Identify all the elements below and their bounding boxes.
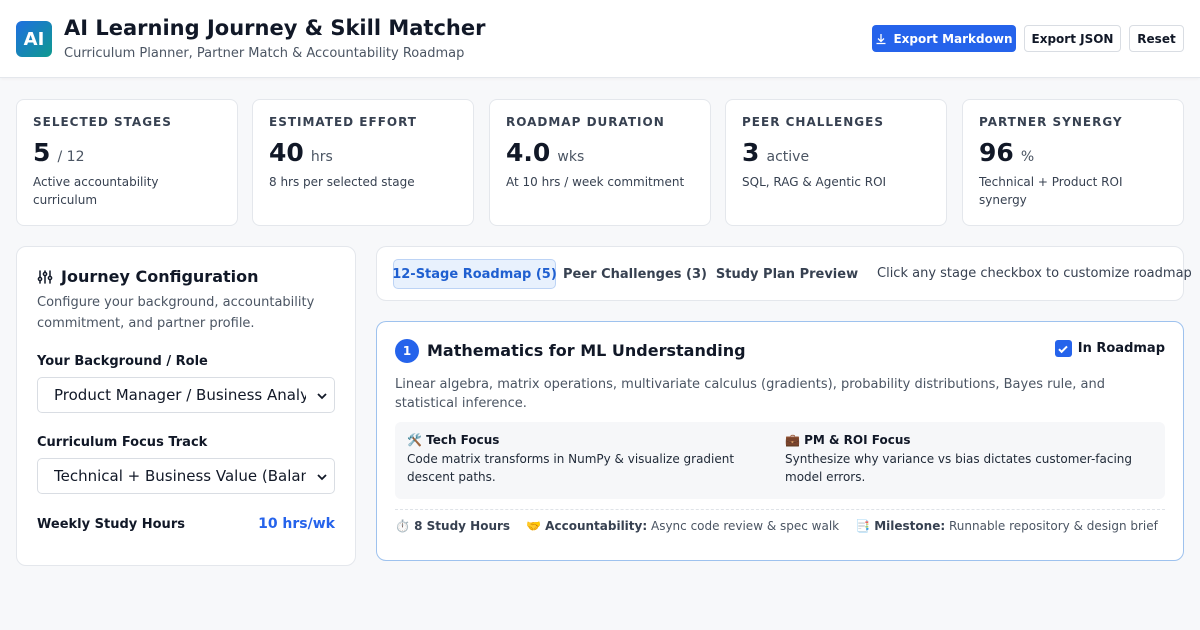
app-header: AI AI Learning Journey & Skill Matcher C… bbox=[0, 0, 1200, 78]
stat-desc: Technical + Product ROI synergy bbox=[979, 175, 1123, 207]
stat-desc: 8 hrs per selected stage bbox=[269, 175, 415, 189]
stage-description: Linear algebra, matrix operations, multi… bbox=[395, 377, 1106, 411]
app-subtitle: Curriculum Planner, Partner Match & Acco… bbox=[64, 46, 465, 61]
stat-value: 40 bbox=[269, 138, 304, 167]
app-title: AI Learning Journey & Skill Matcher bbox=[64, 16, 486, 40]
pm-roi-focus: 💼 PM & ROI Focus Synthesize why variance… bbox=[785, 433, 1155, 486]
track-select-value: Technical + Business Value (Balanced) bbox=[54, 467, 306, 485]
stat-card-estimated-effort: ESTIMATED EFFORT 40 hrs 8 hrs per select… bbox=[252, 99, 474, 226]
accountability-text: Async code review & spec walk bbox=[650, 519, 840, 533]
sliders-icon bbox=[37, 269, 53, 284]
stat-unit: active bbox=[766, 149, 810, 165]
stage-number-badge: 1 bbox=[395, 339, 419, 363]
stat-unit: wks bbox=[557, 149, 585, 165]
stat-label: ESTIMATED EFFORT bbox=[269, 115, 417, 129]
export-markdown-label: Export Markdown bbox=[893, 31, 1013, 46]
journey-config-panel: Journey Configuration Configure your bac… bbox=[16, 246, 356, 566]
chevron-down-icon bbox=[317, 393, 327, 400]
tab-roadmap[interactable]: 12-Stage Roadmap (5) bbox=[392, 259, 557, 289]
reset-button[interactable]: Reset bbox=[1129, 25, 1184, 52]
stage-meta: ⏱️ 8 Study Hours 🤝 Accountability: Async… bbox=[395, 509, 1165, 533]
stat-label: ROADMAP DURATION bbox=[506, 115, 665, 129]
tech-focus: 🛠️ Tech Focus Code matrix transforms in … bbox=[407, 433, 765, 486]
stat-card-roadmap-duration: ROADMAP DURATION 4.0 wks At 10 hrs / wee… bbox=[489, 99, 711, 226]
config-title-text: Journey Configuration bbox=[61, 267, 259, 286]
export-markdown-button[interactable]: Export Markdown bbox=[872, 25, 1016, 52]
milestone-label: 📑 Milestone: bbox=[855, 519, 946, 533]
stat-desc: SQL, RAG & Agentic ROI bbox=[742, 175, 887, 189]
role-label: Your Background / Role bbox=[37, 354, 208, 369]
app-logo: AI bbox=[16, 21, 52, 57]
checkbox-checked-icon bbox=[1054, 340, 1072, 357]
stat-unit: / 12 bbox=[57, 149, 85, 165]
hours-label: Weekly Study Hours bbox=[37, 516, 185, 532]
role-select[interactable]: Product Manager / Business Analyst bbox=[37, 377, 335, 413]
tab-peer-challenges[interactable]: Peer Challenges (3) bbox=[563, 259, 707, 289]
stat-unit: hrs bbox=[310, 149, 333, 165]
in-roadmap-checkbox[interactable]: In Roadmap bbox=[1054, 340, 1165, 357]
tabs-hint: Click any stage checkbox to customize ro… bbox=[877, 266, 1192, 281]
stat-card-partner-synergy: PARTNER SYNERGY 96 % Technical + Product… bbox=[962, 99, 1184, 226]
stage-card: 1 Mathematics for ML Understanding In Ro… bbox=[376, 321, 1184, 561]
stat-value: 96 bbox=[979, 138, 1014, 167]
stat-value: 5 bbox=[33, 138, 51, 167]
tech-focus-title: 🛠️ Tech Focus bbox=[407, 433, 500, 447]
milestone-text: Runnable repository & design brief bbox=[948, 519, 1158, 533]
in-roadmap-label: In Roadmap bbox=[1077, 341, 1165, 356]
stat-label: PEER CHALLENGES bbox=[742, 115, 884, 129]
focus-box: 🛠️ Tech Focus Code matrix transforms in … bbox=[395, 422, 1165, 499]
track-select[interactable]: Technical + Business Value (Balanced) bbox=[37, 458, 335, 494]
hours-value: 10 hrs/wk bbox=[258, 516, 335, 532]
stat-value: 4.0 bbox=[506, 138, 551, 167]
stat-desc: At 10 hrs / week commitment bbox=[506, 175, 685, 189]
tech-focus-text: Code matrix transforms in NumPy & visual… bbox=[407, 452, 735, 484]
chevron-down-icon bbox=[317, 474, 327, 481]
stat-unit: % bbox=[1020, 149, 1035, 165]
role-select-value: Product Manager / Business Analyst bbox=[54, 386, 306, 404]
stat-card-selected-stages: SELECTED STAGES 5 / 12 Active accountabi… bbox=[16, 99, 238, 226]
stat-label: PARTNER SYNERGY bbox=[979, 115, 1123, 129]
study-hours: ⏱️ 8 Study Hours bbox=[395, 519, 511, 533]
stat-desc: Active accountability curriculum bbox=[33, 175, 159, 207]
accountability-label: 🤝 Accountability: bbox=[526, 519, 648, 533]
stat-card-peer-challenges: PEER CHALLENGES 3 active SQL, RAG & Agen… bbox=[725, 99, 947, 226]
track-label: Curriculum Focus Track bbox=[37, 435, 208, 450]
stat-label: SELECTED STAGES bbox=[33, 115, 172, 129]
config-description: Configure your background, accountabilit… bbox=[37, 295, 315, 331]
pm-focus-title: 💼 PM & ROI Focus bbox=[785, 433, 911, 447]
stat-value: 3 bbox=[742, 138, 760, 167]
export-json-button[interactable]: Export JSON bbox=[1024, 25, 1121, 52]
download-icon bbox=[876, 33, 886, 44]
pm-focus-text: Synthesize why variance vs bias dictates… bbox=[785, 452, 1133, 484]
view-tabs: 12-Stage Roadmap (5) Peer Challenges (3)… bbox=[376, 246, 1192, 301]
tab-study-plan-preview[interactable]: Study Plan Preview bbox=[716, 259, 858, 289]
stage-title: Mathematics for ML Understanding bbox=[427, 341, 746, 360]
config-title: Journey Configuration bbox=[37, 267, 335, 286]
